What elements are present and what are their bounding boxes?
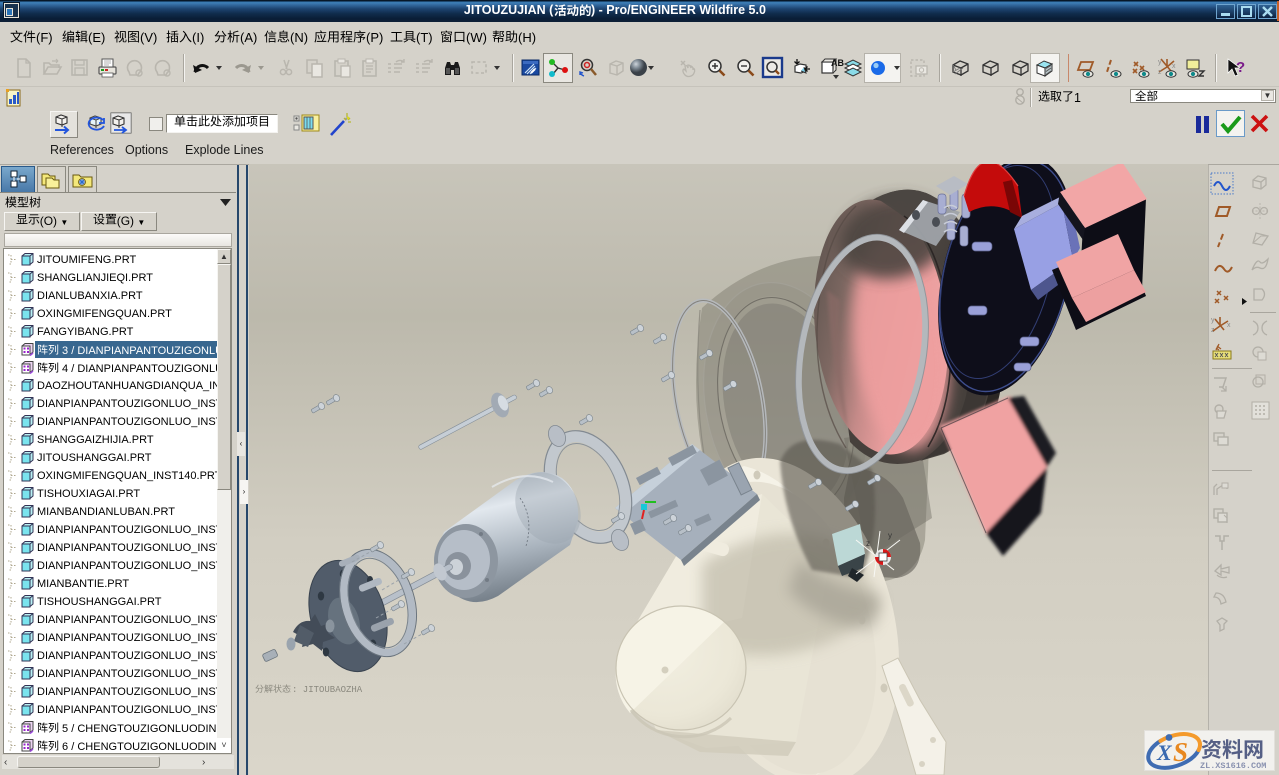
svg-text:x: x: [1172, 63, 1176, 70]
svg-text:z: z: [866, 539, 870, 548]
svg-text:: JITOUBAOZHA: : JITOUBAOZHA: [292, 685, 363, 695]
svg-text:X: X: [1156, 740, 1173, 765]
svg-text:y: y: [888, 531, 892, 540]
svg-text:y: y: [1211, 317, 1215, 324]
svg-text:y: y: [1158, 59, 1162, 66]
svg-text:?: ?: [1236, 59, 1245, 76]
svg-text:x: x: [1227, 322, 1231, 329]
svg-text:ZL.XS1616.COM: ZL.XS1616.COM: [1200, 761, 1266, 771]
svg-text:z: z: [1158, 69, 1162, 76]
svg-text:S: S: [1173, 737, 1188, 767]
svg-text:AB: AB: [831, 58, 844, 68]
